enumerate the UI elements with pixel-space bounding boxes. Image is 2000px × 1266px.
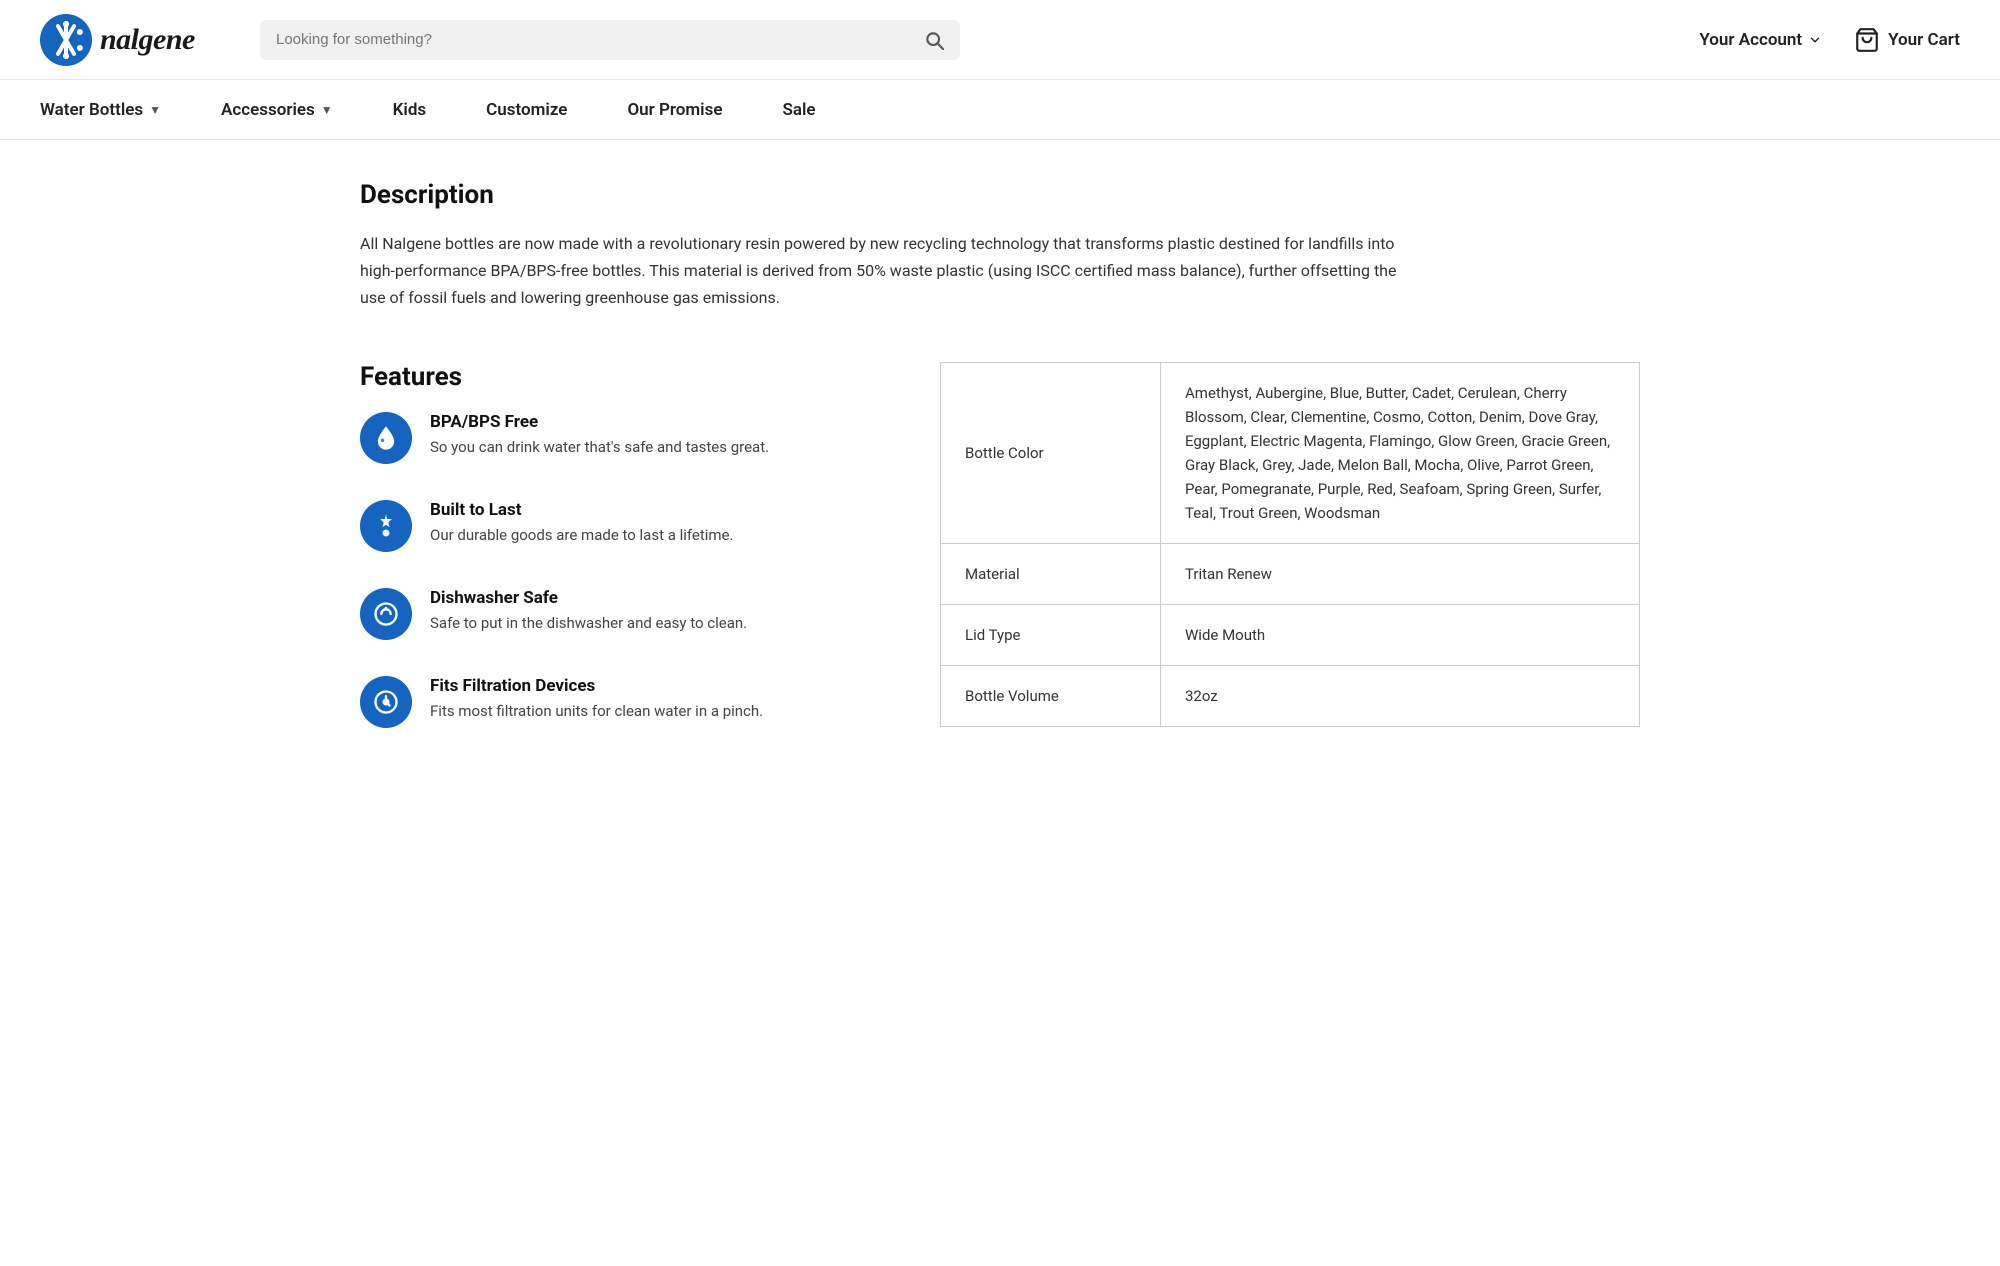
features-specs-row: Features BPA/BPS Free So you can drink w… xyxy=(360,362,1640,764)
header-right: Your Account Your Cart xyxy=(1699,27,1960,53)
durable-icon xyxy=(360,500,412,552)
account-label: Your Account xyxy=(1699,30,1802,50)
description-text: All Nalgene bottles are now made with a … xyxy=(360,230,1410,312)
spec-value-color: Amethyst, Aubergine, Blue, Butter, Cadet… xyxy=(1161,363,1639,543)
spec-label-material: Material xyxy=(941,544,1161,604)
nav-item-water-bottles[interactable]: Water Bottles ▼ xyxy=(40,80,191,139)
cart-button[interactable]: Your Cart xyxy=(1854,27,1960,53)
dishwasher-icon xyxy=(360,588,412,640)
nav-item-sale[interactable]: Sale xyxy=(752,80,845,139)
feature-text-filtration: Fits Filtration Devices Fits most filtra… xyxy=(430,676,763,723)
feature-item-bpa: BPA/BPS Free So you can drink water that… xyxy=(360,412,880,464)
feature-desc-durable: Our durable goods are made to last a lif… xyxy=(430,524,734,547)
feature-title-filtration: Fits Filtration Devices xyxy=(430,676,763,696)
spec-label-color: Bottle Color xyxy=(941,363,1161,543)
logo-icon xyxy=(40,14,92,66)
spec-row-color: Bottle Color Amethyst, Aubergine, Blue, … xyxy=(941,363,1639,544)
main-nav: Water Bottles ▼ Accessories ▼ Kids Custo… xyxy=(0,80,2000,140)
header: nalgene Your Account Your Cart xyxy=(0,0,2000,80)
feature-title-dishwasher: Dishwasher Safe xyxy=(430,588,747,608)
features-title: Features xyxy=(360,362,880,392)
feature-item-filtration: Fits Filtration Devices Fits most filtra… xyxy=(360,676,880,728)
bpa-icon xyxy=(360,412,412,464)
nav-item-accessories[interactable]: Accessories ▼ xyxy=(191,80,363,139)
feature-desc-bpa: So you can drink water that's safe and t… xyxy=(430,436,769,459)
spec-row-volume: Bottle Volume 32oz xyxy=(941,666,1639,726)
specs-section: Bottle Color Amethyst, Aubergine, Blue, … xyxy=(940,362,1640,727)
spec-row-lid: Lid Type Wide Mouth xyxy=(941,605,1639,666)
feature-text-durable: Built to Last Our durable goods are made… xyxy=(430,500,734,547)
features-section: Features BPA/BPS Free So you can drink w… xyxy=(360,362,940,764)
filtration-icon xyxy=(360,676,412,728)
search-input[interactable] xyxy=(276,31,914,48)
chevron-down-icon: ▼ xyxy=(321,103,333,117)
feature-desc-dishwasher: Safe to put in the dishwasher and easy t… xyxy=(430,612,747,635)
feature-text-bpa: BPA/BPS Free So you can drink water that… xyxy=(430,412,769,459)
nav-item-customize[interactable]: Customize xyxy=(456,80,597,139)
description-section: Description All Nalgene bottles are now … xyxy=(360,180,1640,312)
feature-item-dishwasher: Dishwasher Safe Safe to put in the dishw… xyxy=(360,588,880,640)
main-content: Description All Nalgene bottles are now … xyxy=(300,140,1700,804)
search-bar[interactable] xyxy=(260,20,960,60)
spec-value-volume: 32oz xyxy=(1161,666,1639,726)
search-icon xyxy=(924,30,944,50)
spec-value-lid: Wide Mouth xyxy=(1161,605,1639,665)
feature-text-dishwasher: Dishwasher Safe Safe to put in the dishw… xyxy=(430,588,747,635)
spec-label-volume: Bottle Volume xyxy=(941,666,1161,726)
account-button[interactable]: Your Account xyxy=(1699,30,1822,50)
chevron-down-icon xyxy=(1808,33,1822,47)
description-title: Description xyxy=(360,180,1640,210)
nav-item-our-promise[interactable]: Our Promise xyxy=(597,80,752,139)
cart-icon xyxy=(1854,27,1880,53)
spec-value-material: Tritan Renew xyxy=(1161,544,1639,604)
cart-label: Your Cart xyxy=(1888,30,1960,50)
feature-desc-filtration: Fits most filtration units for clean wat… xyxy=(430,700,763,723)
feature-title-durable: Built to Last xyxy=(430,500,734,520)
chevron-down-icon: ▼ xyxy=(149,103,161,117)
spec-row-material: Material Tritan Renew xyxy=(941,544,1639,605)
feature-item-durable: Built to Last Our durable goods are made… xyxy=(360,500,880,552)
spec-label-lid: Lid Type xyxy=(941,605,1161,665)
logo-text: nalgene xyxy=(100,23,195,57)
nav-item-kids[interactable]: Kids xyxy=(363,80,457,139)
feature-title-bpa: BPA/BPS Free xyxy=(430,412,769,432)
logo-area: nalgene xyxy=(40,14,240,66)
